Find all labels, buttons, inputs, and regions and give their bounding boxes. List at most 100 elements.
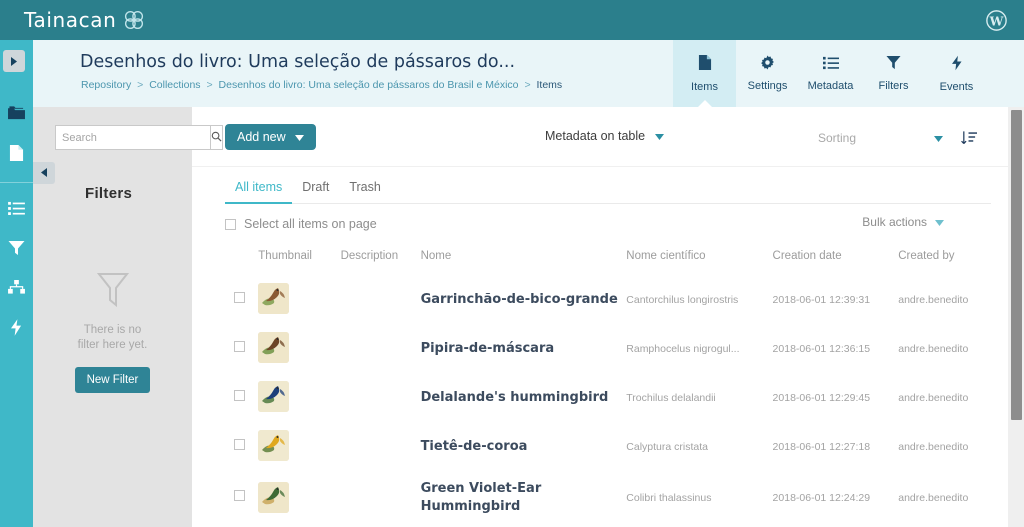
row-creation-date-cell: 2018-06-01 12:36:15 (773, 323, 899, 372)
row-thumbnail-cell (258, 421, 340, 470)
col-header-created-by: Created by (898, 250, 955, 262)
search-button[interactable] (210, 125, 223, 150)
tab-trash[interactable]: Trash (339, 180, 391, 203)
rail-item-filters[interactable] (0, 230, 33, 270)
row-creation-date: 2018-06-01 12:39:31 (772, 293, 871, 306)
row-item-name[interactable]: Pipira-de-máscara (421, 341, 555, 356)
tab-draft-label: Draft (302, 180, 330, 194)
bird-thumbnail-icon[interactable] (258, 430, 290, 461)
filters-funnel-icon (8, 240, 25, 261)
filters-sidebar: Filters There is no filter here yet. New… (33, 107, 223, 527)
row-nome-cell: Tietê-de-coroa (421, 421, 627, 470)
col-header-creation-date: Creation date (772, 250, 842, 262)
caret-down-icon[interactable] (934, 129, 943, 147)
tab-filters[interactable]: Filters (862, 40, 925, 107)
bulk-actions-dropdown[interactable]: Bulk actions (862, 215, 944, 229)
svg-text:W: W (989, 13, 1004, 28)
row-description-cell (341, 372, 421, 421)
table-row[interactable]: Green Violet-Ear Hummingbird Colibri thal… (192, 470, 1024, 524)
tab-all-items[interactable]: All items (225, 180, 293, 204)
sorting-dropdown-label[interactable]: Sorting (818, 131, 856, 145)
collections-folder-icon (7, 105, 26, 126)
row-creation-date-cell: 2018-06-01 12:24:29 (773, 470, 899, 524)
tab-all-items-label: All items (235, 180, 283, 194)
row-scientific-name: Ramphocelus nigrogul... (626, 342, 740, 355)
breadcrumb-separator: > (206, 79, 213, 91)
items-table-head: Thumbnail Description Nome Nome científi… (192, 244, 1024, 274)
bird-thumbnail-icon[interactable] (258, 481, 290, 513)
table-row[interactable]: Garrinchão-de-bico-grande Cantorchilus lo… (192, 274, 1024, 323)
row-creation-date: 2018-06-01 12:29:45 (772, 391, 871, 404)
rail-item-metadata[interactable] (0, 190, 33, 230)
tainacan-logo-icon (123, 10, 145, 30)
filters-empty-state: There is no filter here yet. New Filter (33, 272, 192, 393)
metadata-on-table-dropdown[interactable]: Metadata on table (545, 129, 665, 143)
add-new-button[interactable]: Add new (225, 124, 316, 150)
tab-items[interactable]: Items (673, 40, 736, 107)
vertical-scrollbar-thumb[interactable] (1011, 110, 1022, 420)
search-input[interactable] (55, 125, 210, 150)
row-checkbox-cell (192, 274, 258, 323)
row-checkbox[interactable] (234, 389, 245, 401)
tab-metadata[interactable]: Metadata (799, 40, 862, 107)
rail-item-events[interactable] (0, 310, 33, 350)
table-row[interactable]: Delalande's hummingbird Trochilus delalan… (192, 372, 1024, 421)
rail-item-collections[interactable] (0, 95, 33, 135)
row-created-by-cell: andre.benedito (898, 470, 1024, 524)
bird-thumbnail-icon[interactable] (258, 332, 290, 363)
row-nome-cientifico-cell: Calyptura cristata (626, 421, 772, 470)
rail-item-taxonomies[interactable] (0, 270, 33, 310)
row-scientific-name: Calyptura cristata (626, 440, 708, 453)
items-toolbar: Add new Metadata on table Sorting (192, 107, 1024, 167)
row-item-name[interactable]: Tietê-de-coroa (421, 439, 528, 454)
bird-thumbnail-icon[interactable] (258, 381, 290, 412)
row-thumbnail-cell (258, 323, 340, 372)
search-box (55, 125, 223, 150)
row-nome-cientifico-cell: Cantorchilus longirostris (626, 274, 772, 323)
breadcrumb-item-items: Items (536, 79, 563, 91)
row-checkbox[interactable] (234, 340, 245, 352)
caret-down-icon (294, 130, 304, 144)
row-creation-date-cell: 2018-06-01 12:39:31 (773, 274, 899, 323)
filters-empty-line1: There is no (83, 324, 142, 336)
filters-heading: Filters (85, 185, 133, 202)
table-row[interactable]: Tietê-de-coroa Calyptura cristata 2018-06-… (192, 421, 1024, 470)
row-scientific-name: Cantorchilus longirostris (626, 293, 739, 306)
tab-metadata-label: Metadata (807, 79, 854, 92)
tainacan-brand[interactable]: Tainacan (24, 8, 145, 32)
sort-descending-icon[interactable] (961, 130, 977, 146)
breadcrumb-item-collection[interactable]: Desenhos do livro: Uma seleção de pássar… (219, 79, 519, 91)
items-table: Thumbnail Description Nome Nome científi… (192, 244, 1024, 524)
collapse-sidebar-button[interactable] (33, 162, 55, 184)
tab-settings[interactable]: Settings (736, 40, 799, 107)
row-checkbox[interactable] (234, 438, 245, 450)
row-checkbox[interactable] (234, 291, 245, 303)
row-item-name[interactable]: Garrinchão-de-bico-grande (421, 292, 618, 307)
rail-expand-toggle[interactable] (3, 50, 25, 72)
items-table-body: Garrinchão-de-bico-grande Cantorchilus lo… (192, 274, 1024, 524)
wordpress-logo-icon[interactable]: W (986, 10, 1007, 31)
breadcrumb-item-collections[interactable]: Collections (149, 79, 200, 91)
gear-icon (760, 55, 775, 75)
bird-thumbnail-icon[interactable] (258, 283, 290, 314)
row-checkbox[interactable] (234, 490, 245, 501)
new-filter-button[interactable]: New Filter (74, 367, 151, 393)
row-creation-date: 2018-06-01 12:24:29 (772, 492, 871, 504)
row-item-name[interactable]: Green Violet-Ear Hummingbird (421, 481, 542, 514)
col-header-description: Description (340, 250, 399, 262)
select-all-checkbox[interactable] (225, 218, 236, 230)
collection-tabs: Items Settings Metadata Filters Events (673, 40, 988, 107)
tab-draft[interactable]: Draft (292, 180, 339, 203)
left-icon-rail (0, 40, 33, 527)
funnel-icon (886, 55, 901, 75)
tab-events[interactable]: Events (925, 40, 988, 107)
rail-item-items[interactable] (0, 135, 33, 175)
row-description-cell (341, 323, 421, 372)
sorting-controls: Sorting (818, 129, 977, 147)
breadcrumb-item-repository[interactable]: Repository (81, 79, 131, 91)
row-item-name[interactable]: Delalande's hummingbird (421, 390, 609, 405)
select-all-label: Select all items on page (244, 217, 377, 231)
events-bolt-icon (11, 319, 22, 341)
tab-settings-label: Settings (747, 80, 788, 92)
table-row[interactable]: Pipira-de-máscara Ramphocelus nigrogul...… (192, 323, 1024, 372)
